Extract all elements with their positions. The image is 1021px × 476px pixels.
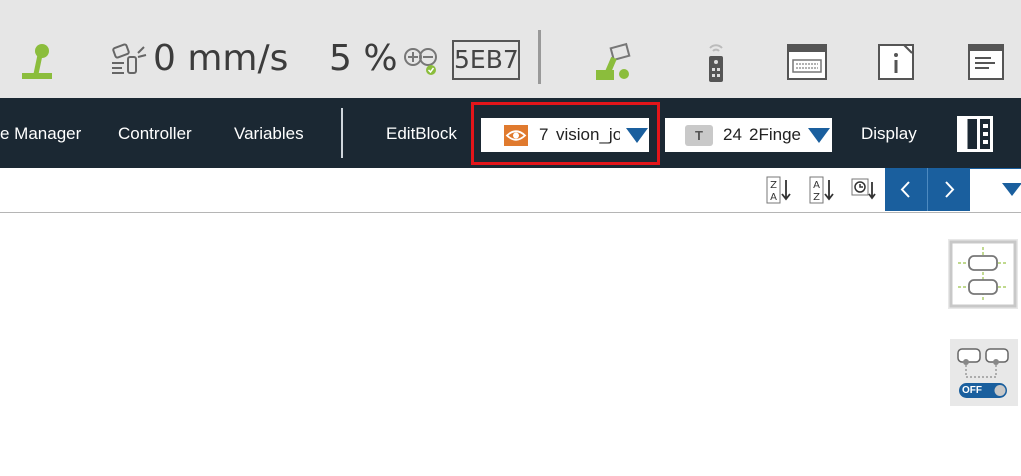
- info-icon[interactable]: [878, 44, 914, 80]
- nav-item-display[interactable]: Display: [861, 98, 917, 168]
- sort-time-icon[interactable]: [851, 176, 877, 204]
- svg-text:Z: Z: [813, 192, 820, 203]
- next-button[interactable]: [928, 168, 970, 211]
- nav-item-controller[interactable]: Controller: [118, 98, 192, 168]
- robot-arm-icon[interactable]: [592, 40, 636, 84]
- flow-blocks-icon: [949, 240, 1017, 308]
- chevron-left-icon: [900, 181, 910, 198]
- sort-az-icon[interactable]: A Z: [809, 176, 835, 204]
- status-separator: [538, 30, 541, 84]
- chevron-down-icon: [808, 128, 830, 143]
- connected-blocks-icon: [957, 348, 1009, 398]
- tool-name: 2Finger: [749, 125, 802, 144]
- notes-window-icon[interactable]: [968, 44, 1004, 80]
- toggle-state-label: OFF: [962, 385, 982, 396]
- plus-minus-override-icon[interactable]: [402, 44, 442, 76]
- layout-panel-icon[interactable]: [957, 116, 993, 152]
- flow-layout-button[interactable]: [948, 239, 1018, 309]
- nav-item-manager[interactable]: e Manager: [0, 98, 81, 168]
- keyboard-window-icon[interactable]: [787, 44, 827, 80]
- remote-controller-icon[interactable]: [704, 42, 728, 84]
- tool-number: 24: [723, 125, 742, 144]
- list-dropdown[interactable]: [970, 168, 1021, 211]
- sort-za-icon[interactable]: Z A: [766, 176, 792, 204]
- connection-toggle-button[interactable]: OFF: [950, 339, 1018, 406]
- svg-text:A: A: [813, 180, 820, 191]
- chevron-down-icon: [1002, 183, 1021, 196]
- svg-text:Z: Z: [770, 180, 777, 191]
- override-readout: 5 %: [329, 38, 398, 79]
- highlight-box: [471, 102, 660, 165]
- speed-readout: 0 mm/s: [153, 38, 289, 79]
- speed-gauge-icon: [112, 43, 147, 74]
- robot-id-badge: 5EB7: [452, 40, 520, 80]
- chevron-right-icon: [945, 181, 955, 198]
- nav-separator: [341, 108, 343, 158]
- joystick-icon[interactable]: [18, 42, 56, 82]
- tool-dropdown[interactable]: T 24 2Finger: [665, 118, 832, 152]
- prev-button[interactable]: [885, 168, 927, 211]
- svg-text:A: A: [770, 192, 777, 203]
- nav-item-variables[interactable]: Variables: [234, 98, 304, 168]
- nav-item-editblock[interactable]: EditBlock: [386, 98, 457, 168]
- tool-badge-icon: T: [685, 125, 713, 146]
